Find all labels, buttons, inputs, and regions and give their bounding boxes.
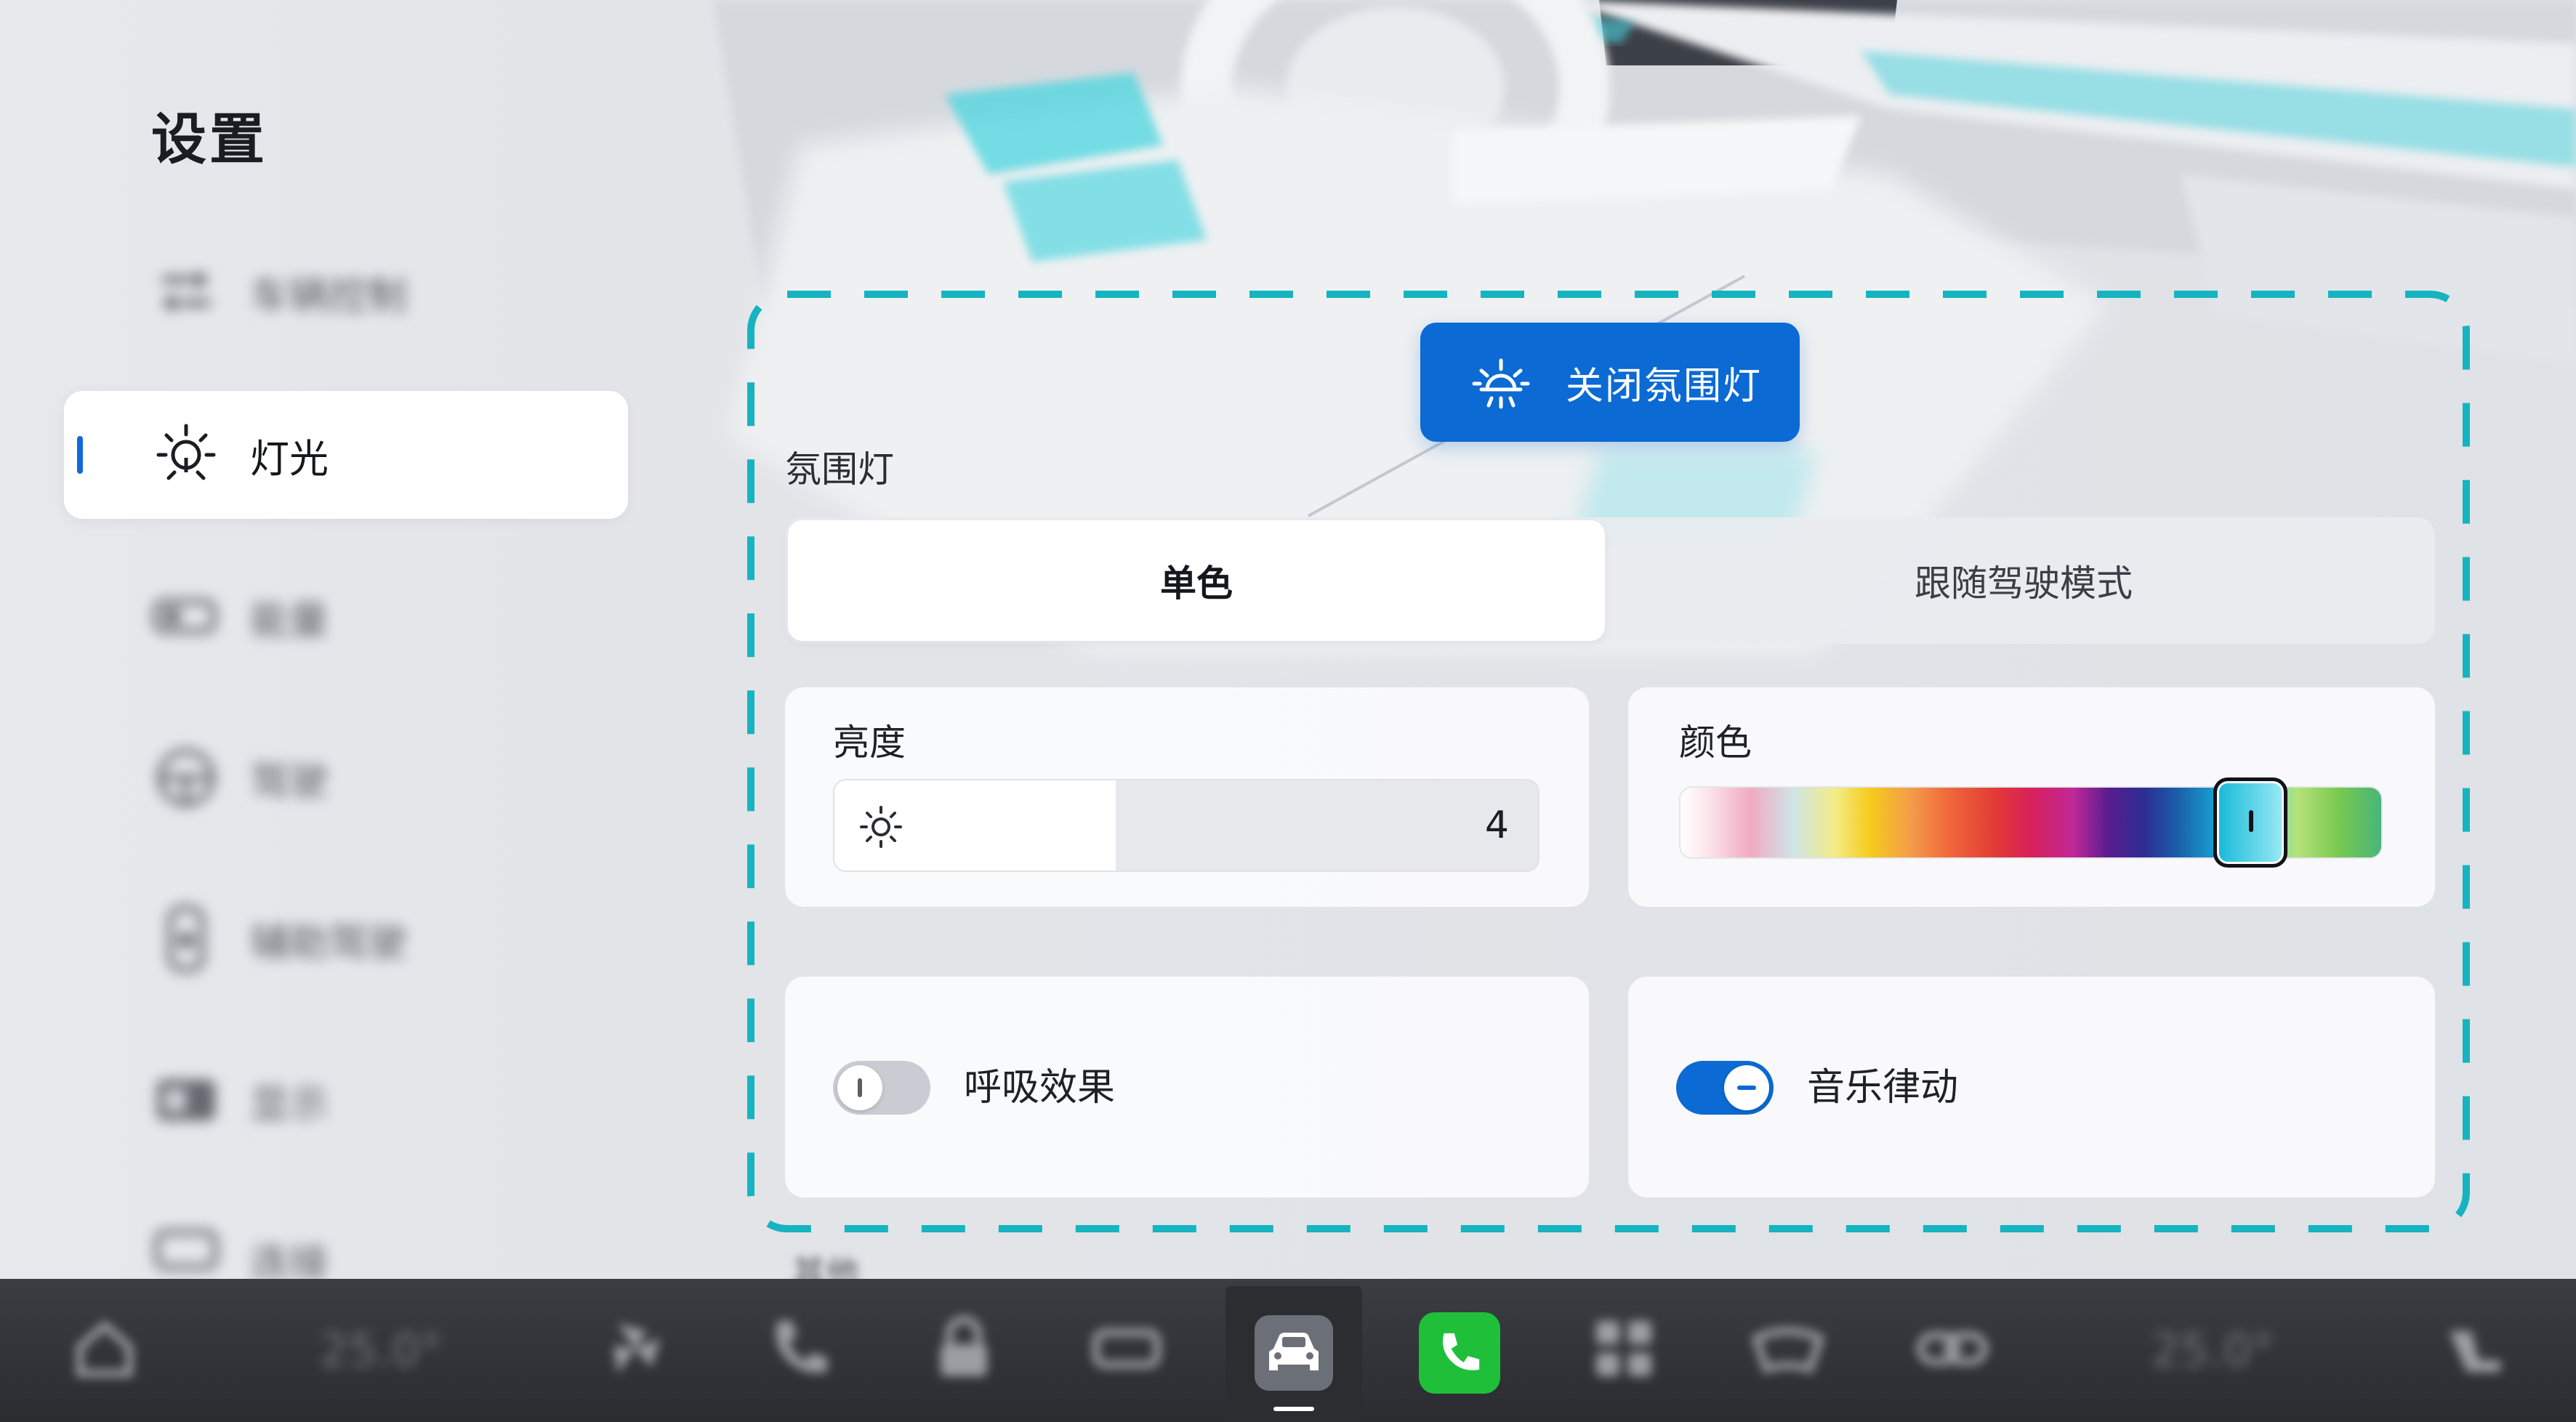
color-card: 颜色 xyxy=(1628,687,2435,907)
active-dock-underline xyxy=(1273,1407,1314,1411)
music-rhythm-label: 音乐律动 xyxy=(1807,1066,1959,1110)
phone-app-icon[interactable] xyxy=(1419,1312,1500,1394)
brightness-slider[interactable]: 4 xyxy=(833,779,1539,872)
sidebar-item-label: 驾驶 xyxy=(250,758,329,804)
mode-option-solid-color[interactable]: 单色 xyxy=(788,520,1605,641)
vehicle-control-icon xyxy=(161,272,211,310)
fan-icon[interactable] xyxy=(596,1309,675,1388)
active-indicator xyxy=(77,436,83,474)
sidebar-item-label: 连接 xyxy=(250,1240,329,1279)
light-bulb-icon xyxy=(156,424,216,480)
color-label: 颜色 xyxy=(1679,722,1752,764)
music-rhythm-toggle[interactable] xyxy=(1676,1061,1774,1115)
assist-driving-icon xyxy=(167,905,205,972)
phone-glyph xyxy=(1443,1333,1480,1370)
sidebar-item-driving[interactable]: 驾驶 xyxy=(64,714,628,841)
music-rhythm-card: 音乐律动 xyxy=(1628,977,2435,1197)
sun-icon xyxy=(860,806,902,848)
seat-heat-icon[interactable] xyxy=(2435,1309,2513,1388)
color-spectrum-slider[interactable] xyxy=(1679,777,2383,868)
brightness-value: 4 xyxy=(1484,804,1509,847)
brightness-card: 亮度 4 xyxy=(785,687,1589,907)
sidebar-item-label: 灯光 xyxy=(250,435,329,482)
breathing-effect-label: 呼吸效果 xyxy=(964,1066,1116,1110)
right-temperature[interactable]: 25.0° xyxy=(2152,1324,2274,1377)
left-temperature[interactable]: 25.0° xyxy=(320,1324,443,1377)
car-glyph xyxy=(1269,1333,1319,1370)
sidebar-item-lighting[interactable]: 灯光 xyxy=(64,391,628,519)
apps-grid-icon[interactable] xyxy=(1585,1309,1663,1388)
home-icon[interactable] xyxy=(65,1309,144,1388)
sidebar-item-label: 能量 xyxy=(250,597,329,643)
phone-icon[interactable] xyxy=(760,1309,839,1388)
lock-icon[interactable] xyxy=(925,1309,1003,1388)
ambient-light-section-title: 氛围灯 xyxy=(785,448,894,490)
link-icon[interactable] xyxy=(1913,1309,1992,1388)
display-icon xyxy=(157,1080,215,1120)
breathing-effect-toggle[interactable] xyxy=(833,1061,930,1115)
toggle-knob xyxy=(837,1065,882,1110)
sidebar-item-assist-driving[interactable]: 辅助驾驶 xyxy=(64,875,628,1003)
sidebar-item-energy[interactable]: 能量 xyxy=(64,552,628,680)
sidebar-item-label: 显示 xyxy=(250,1080,329,1127)
toggle-knob xyxy=(1724,1065,1769,1110)
connection-icon xyxy=(154,1229,218,1270)
battery-icon[interactable] xyxy=(1089,1309,1167,1388)
battery-icon xyxy=(153,599,217,634)
mode-option-follow-drive-mode[interactable]: 跟随驾驶模式 xyxy=(1615,520,2432,641)
sidebar-item-vehicle-control[interactable]: 车辆控制 xyxy=(64,228,628,356)
sidebar-item-label: 车辆控制 xyxy=(250,272,407,319)
car-icon[interactable] xyxy=(1255,1315,1333,1391)
steering-wheel-icon xyxy=(157,748,215,807)
turn-off-ambient-light-label: 关闭氛围灯 xyxy=(1566,364,1763,408)
sidebar-item-display[interactable]: 显示 xyxy=(64,1036,628,1164)
breathing-effect-card: 呼吸效果 xyxy=(785,977,1589,1197)
bottom-dock: 25.0° 25.0° xyxy=(0,1279,2576,1422)
turn-off-ambient-light-button[interactable]: 关闭氛围灯 xyxy=(1420,323,1800,442)
defrost-icon[interactable] xyxy=(1749,1309,1827,1388)
brightness-label: 亮度 xyxy=(833,722,906,764)
ambient-mode-segmented-control: 单色 跟随驾驶模式 xyxy=(785,517,2435,644)
sidebar-item-connection[interactable]: 连接 xyxy=(64,1199,628,1279)
sidebar-item-label: 辅助驾驶 xyxy=(250,919,407,966)
color-slider-thumb[interactable] xyxy=(2213,777,2288,868)
sidebar: 车辆控制 灯光 能量 驾驶 辅助驾驶 显示 连接 xyxy=(0,0,640,1279)
ambient-light-icon xyxy=(1472,358,1530,409)
